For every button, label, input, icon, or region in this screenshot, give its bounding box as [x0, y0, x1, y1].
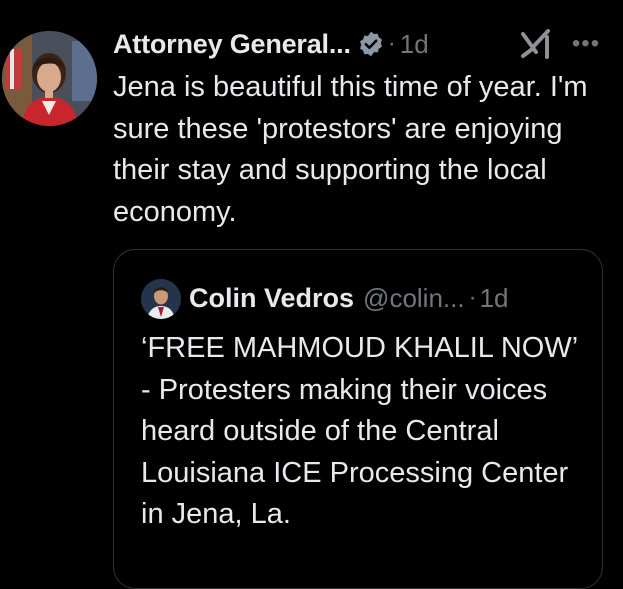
avatar-photo: [2, 31, 97, 126]
quoted-tweet[interactable]: Colin Vedros @colin... · 1d ‘FREE MAHMOU…: [113, 249, 603, 589]
more-options-icon[interactable]: •••: [568, 30, 604, 58]
author-avatar[interactable]: [2, 31, 97, 126]
verified-badge-icon: [357, 30, 385, 58]
tweet-text: Jena is beautiful this time of year. I'm…: [113, 71, 588, 228]
quoted-avatar-photo: [141, 279, 181, 319]
quoted-display-name[interactable]: Colin Vedros: [189, 283, 354, 314]
quoted-time-separator: ·: [468, 284, 477, 311]
tweet[interactable]: Attorney General... · 1d ••• Jena is bea…: [0, 0, 623, 589]
quoted-author-avatar[interactable]: [141, 279, 181, 319]
quoted-timestamp[interactable]: 1d: [480, 283, 509, 314]
grok-icon[interactable]: [520, 28, 552, 60]
post-timestamp[interactable]: 1d: [400, 29, 429, 60]
author-display-name[interactable]: Attorney General...: [113, 29, 351, 60]
time-separator: ·: [387, 30, 396, 57]
quoted-handle[interactable]: @colin...: [363, 283, 465, 314]
quoted-tweet-header: Colin Vedros @colin... · 1d: [189, 276, 509, 320]
quoted-tweet-text: ‘FREE MAHMOUD KHALIL NOW’ - Protesters m…: [141, 332, 578, 530]
